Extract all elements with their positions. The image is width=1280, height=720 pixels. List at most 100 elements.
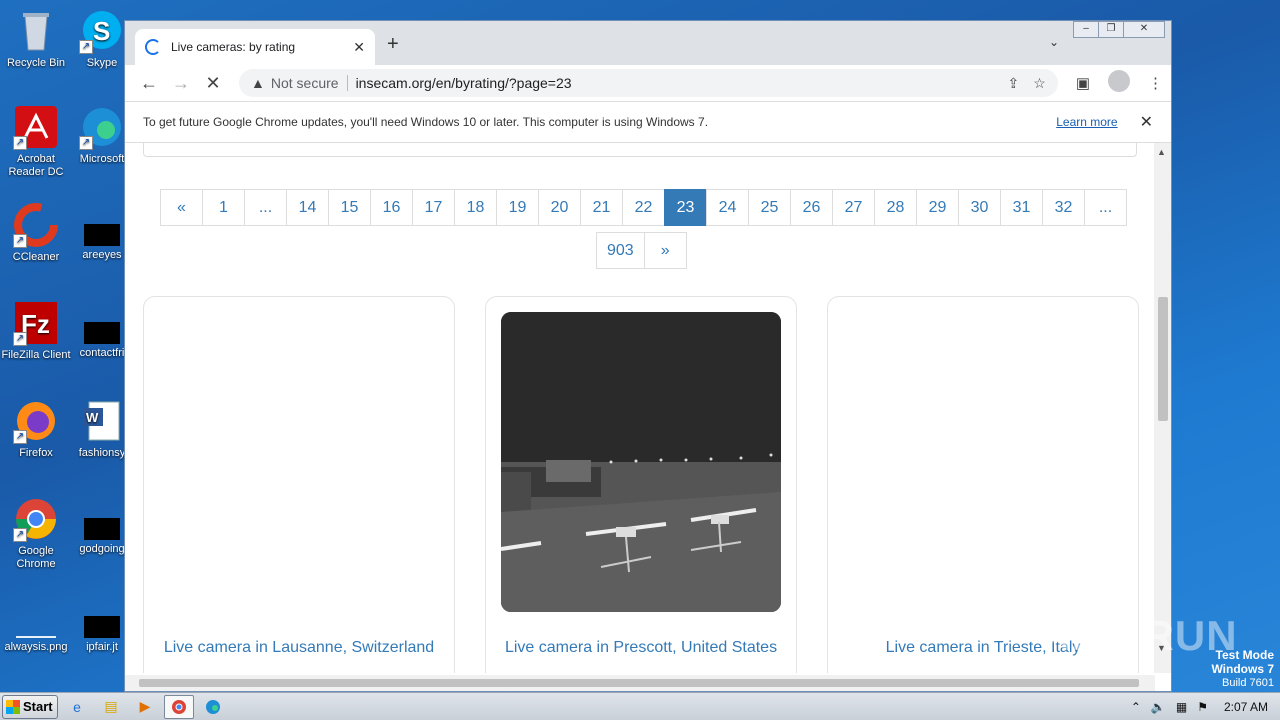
tray-expand-icon[interactable]: ⌃ (1131, 700, 1141, 714)
browser-window: Live cameras: by rating ✕ + ⌄ – ❐ ✕ ← → … (124, 20, 1172, 692)
taskbar-ie-icon[interactable]: e (62, 695, 92, 719)
page-link[interactable]: 16 (370, 189, 413, 226)
page-link[interactable]: 20 (538, 189, 581, 226)
shortcut-arrow-icon: ↗ (13, 332, 27, 346)
browser-menu-icon[interactable]: ⋮ (1148, 74, 1163, 92)
page-link[interactable]: 14 (286, 189, 329, 226)
svg-text:W: W (86, 410, 99, 425)
volume-icon[interactable]: 🔈 (1151, 700, 1166, 714)
security-label: Not secure (271, 75, 348, 91)
page-link[interactable]: 17 (412, 189, 455, 226)
tab-search-chevron-icon[interactable]: ⌄ (1049, 35, 1059, 49)
shortcut-arrow-icon: ↗ (13, 528, 27, 542)
page-link[interactable]: 30 (958, 189, 1001, 226)
tab-title: Live cameras: by rating (171, 40, 296, 54)
start-label: Start (23, 699, 53, 714)
taskbar-media-player-icon[interactable]: ▶ (130, 695, 160, 719)
page-link[interactable]: 24 (706, 189, 749, 226)
camera-card[interactable]: Live camera in Lausanne, Switzerland (143, 296, 455, 673)
tab-close-icon[interactable]: ✕ (353, 39, 365, 56)
camera-snapshot[interactable] (501, 312, 781, 612)
firefox-icon: ↗ (13, 398, 59, 444)
horizontal-scrollbar[interactable] (125, 675, 1155, 691)
desktop-icon-firefox[interactable]: ↗ Firefox (0, 398, 72, 460)
camera-caption-link[interactable]: Live camera in Lausanne, Switzerland (144, 639, 454, 657)
scroll-up-icon[interactable]: ▲ (1157, 147, 1166, 157)
desktop-icon-filezilla[interactable]: Fz ↗ FileZilla Client (0, 300, 72, 362)
page-link[interactable]: 32 (1042, 189, 1085, 226)
start-button[interactable]: Start (2, 694, 58, 719)
page-next-link[interactable]: » (643, 232, 687, 269)
page-link[interactable]: 29 (916, 189, 959, 226)
side-panel-icon[interactable]: ▣ (1076, 74, 1090, 92)
os-label: Windows 7 (1211, 662, 1274, 676)
tab-live-cameras[interactable]: Live cameras: by rating ✕ (135, 29, 375, 65)
stop-loading-button[interactable]: ✕ (197, 73, 229, 94)
windows-logo-icon (6, 699, 20, 714)
page-link[interactable]: 18 (454, 189, 497, 226)
address-bar[interactable]: ▲ Not secure insecam.org/en/byrating/?pa… (239, 69, 1058, 97)
minimize-button[interactable]: – (1073, 21, 1099, 38)
page-link-current[interactable]: 23 (664, 189, 707, 226)
page-link[interactable]: 15 (328, 189, 371, 226)
edge-icon: ↗ (79, 104, 125, 150)
page-link[interactable]: 25 (748, 189, 791, 226)
page-link[interactable]: 22 (622, 189, 665, 226)
tab-strip: Live cameras: by rating ✕ + ⌄ – ❐ ✕ (125, 21, 1171, 65)
page-link[interactable]: 27 (832, 189, 875, 226)
desktop-icon-label: Firefox (19, 447, 53, 459)
profile-avatar-icon[interactable] (1108, 70, 1130, 96)
share-icon[interactable]: ⇪ (1008, 75, 1020, 92)
page-ellipsis: ... (244, 189, 287, 226)
desktop-icon-label: Acrobat Reader DC (8, 153, 64, 178)
desktop-icon-recycle-bin[interactable]: Recycle Bin (0, 8, 72, 70)
taskbar-edge-icon[interactable] (198, 695, 228, 719)
file-icon (84, 518, 120, 540)
desktop-icon-chrome[interactable]: ↗ Google Chrome (0, 496, 72, 571)
page-link-last[interactable]: 903 (596, 232, 645, 269)
taskbar: Start e ▤ ▶ ⌃ 🔈 ▦ ⚑ 2:07 AM (0, 692, 1280, 720)
page-prev-link[interactable]: « (160, 189, 203, 226)
pagination-row-2: 903 » (596, 232, 687, 269)
page-link[interactable]: 31 (1000, 189, 1043, 226)
desktop-icon-alwaysis[interactable]: alwaysis.png (0, 616, 72, 654)
desktop-icon-acrobat[interactable]: ↗ Acrobat Reader DC (0, 104, 72, 179)
warning-triangle-icon: ▲ (251, 75, 265, 91)
forward-button[interactable]: → (165, 73, 197, 94)
desktop-icon-ccleaner[interactable]: ↗ CCleaner (0, 202, 72, 264)
horizontal-scroll-thumb[interactable] (139, 679, 1139, 687)
close-window-button[interactable]: ✕ (1123, 21, 1165, 38)
svg-text:S: S (93, 16, 110, 46)
file-icon (84, 224, 120, 246)
restore-button[interactable]: ❐ (1098, 21, 1124, 38)
taskbar-chrome-icon[interactable] (164, 694, 194, 719)
build-label: Build 7601 (1222, 677, 1274, 689)
network-icon[interactable]: ▦ (1176, 700, 1187, 714)
desktop-icon-label: alwaysis.png (4, 641, 68, 653)
page-link[interactable]: 28 (874, 189, 917, 226)
taskbar-explorer-icon[interactable]: ▤ (96, 695, 126, 719)
test-mode-notice: Test Mode Windows 7 Build 7601 (1211, 648, 1274, 690)
page-link[interactable]: 21 (580, 189, 623, 226)
vertical-scrollbar[interactable]: ▲ ▼ (1154, 143, 1171, 673)
page-link[interactable]: 19 (496, 189, 539, 226)
file-icon (84, 616, 120, 638)
clock[interactable]: 2:07 AM (1224, 700, 1268, 714)
learn-more-link[interactable]: Learn more (1056, 115, 1117, 129)
infobar-close-icon[interactable]: ✕ (1140, 112, 1153, 132)
system-tray: ⌃ 🔈 ▦ ⚑ 2:07 AM (1121, 700, 1280, 714)
camera-card[interactable]: Live camera in Prescott, United States (485, 296, 797, 673)
camera-caption-link[interactable]: Live camera in Prescott, United States (486, 639, 796, 657)
anyrun-watermark: ANY RUN (1040, 612, 1238, 659)
page-ellipsis: ... (1084, 189, 1127, 226)
page-link[interactable]: 1 (202, 189, 245, 226)
shortcut-arrow-icon: ↗ (79, 136, 93, 150)
back-button[interactable]: ← (133, 73, 165, 94)
desktop-icon-label: Recycle Bin (6, 57, 66, 69)
page-link[interactable]: 26 (790, 189, 833, 226)
new-tab-button[interactable]: + (387, 33, 399, 56)
action-center-flag-icon[interactable]: ⚑ (1197, 700, 1208, 714)
bookmark-star-icon[interactable]: ☆ (1033, 75, 1046, 92)
url-text[interactable]: insecam.org/en/byrating/?page=23 (356, 75, 994, 91)
vertical-scroll-thumb[interactable] (1158, 297, 1168, 421)
